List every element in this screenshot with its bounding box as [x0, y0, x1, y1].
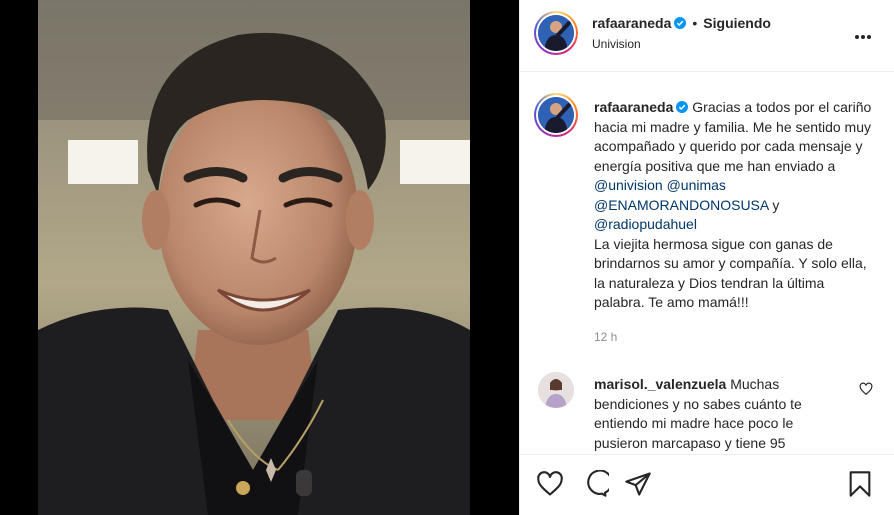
comment-like-heart-icon[interactable]	[859, 382, 873, 396]
comment-icon[interactable]	[581, 469, 613, 498]
header-separator: •	[692, 15, 698, 31]
post-actions-bar	[520, 454, 894, 515]
mention-link[interactable]: @radiopudahuel	[594, 216, 697, 232]
commenter-avatar[interactable]	[538, 372, 574, 408]
more-options-icon[interactable]	[853, 28, 873, 39]
avatar-image	[538, 15, 574, 51]
caption-author-avatar[interactable]	[534, 93, 578, 137]
bookmark-icon[interactable]	[846, 470, 874, 498]
header-title-line: rafaaraneda • Siguiendo	[592, 15, 771, 31]
comment-item: marisol._valenzuela Muchas bendiciones y…	[520, 366, 894, 454]
mention-link[interactable]: @univision	[594, 177, 663, 193]
comment-text: marisol._valenzuela Muchas bendiciones y…	[594, 375, 844, 453]
post-details-panel: rafaaraneda • Siguiendo Univision rafaar…	[519, 0, 894, 515]
follow-status-button[interactable]: Siguiendo	[703, 15, 771, 31]
post-media-area	[0, 0, 519, 515]
caption-text: rafaaraneda Gracias a todos por el cariñ…	[594, 98, 874, 313]
post-location[interactable]: Univision	[592, 37, 641, 51]
verified-badge-icon	[674, 16, 687, 29]
post-caption: rafaaraneda Gracias a todos por el cariñ…	[520, 73, 894, 363]
caption-body-2: La viejita hermosa sigue con ganas de br…	[594, 235, 867, 311]
caption-and: y	[768, 196, 780, 213]
portrait-image	[38, 0, 470, 515]
caption-username[interactable]: rafaaraneda	[594, 99, 673, 115]
caption-timestamp[interactable]: 12 h	[594, 330, 617, 344]
instagram-post-view: rafaaraneda • Siguiendo Univision rafaar…	[0, 0, 894, 515]
share-icon[interactable]	[624, 470, 652, 498]
mention-link[interactable]: @unimas	[667, 177, 726, 193]
author-username[interactable]: rafaaraneda	[592, 15, 671, 31]
avatar-image	[538, 97, 574, 133]
avatar-image	[538, 372, 574, 408]
heart-icon[interactable]	[536, 470, 564, 498]
post-header: rafaaraneda • Siguiendo Univision	[520, 0, 894, 72]
post-photo[interactable]	[38, 0, 470, 515]
commenter-username[interactable]: marisol._valenzuela	[594, 376, 726, 392]
verified-badge-icon	[676, 99, 689, 113]
author-avatar[interactable]	[534, 11, 578, 55]
mention-link[interactable]: @ENAMORANDONOSUSA	[594, 197, 768, 213]
